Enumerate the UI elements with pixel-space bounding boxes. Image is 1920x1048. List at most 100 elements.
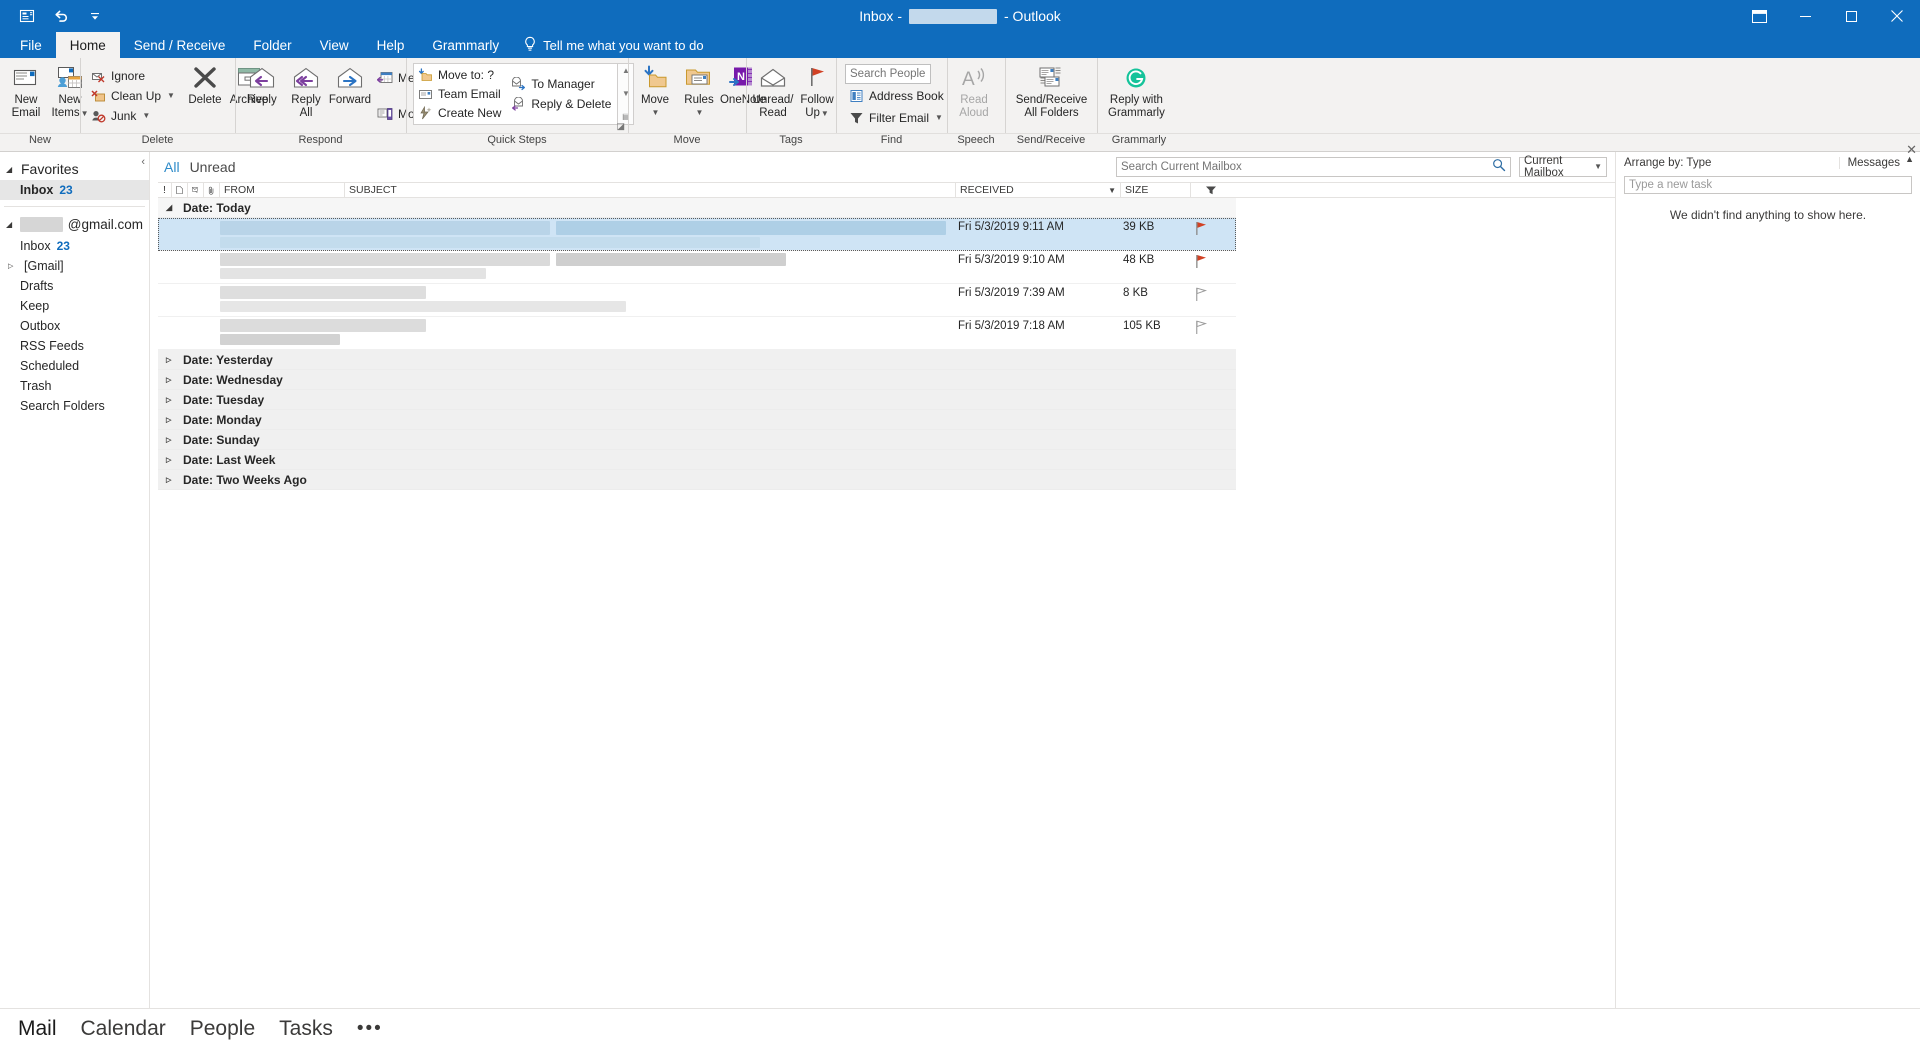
clean-up-button[interactable]: Clean Up ▼	[87, 86, 181, 106]
sidebar-item-keep[interactable]: Keep	[0, 296, 149, 316]
close-button[interactable]	[1874, 0, 1920, 32]
rules-button[interactable]: Rules ▼	[677, 58, 721, 133]
unread-read-label-line2: Read	[759, 106, 787, 119]
new-task-input[interactable]: Type a new task	[1624, 176, 1912, 194]
send-receive-all-folders-button[interactable]: Send/Receive All Folders	[1010, 58, 1093, 133]
search-people-input[interactable]	[845, 63, 931, 84]
reply-with-grammarly-button[interactable]: Reply with Grammarly	[1102, 58, 1171, 133]
delete-button[interactable]: Delete	[183, 58, 227, 133]
restore-button[interactable]	[1828, 0, 1874, 32]
filter-email-label: Filter Email	[869, 110, 930, 125]
message-flag[interactable]	[1193, 251, 1233, 283]
tab-grammarly[interactable]: Grammarly	[418, 32, 513, 58]
magnifier-icon[interactable]	[1492, 158, 1506, 175]
message-flag[interactable]	[1193, 317, 1233, 349]
filter-unread[interactable]: Unread	[190, 159, 236, 175]
quick-steps-dialog-launcher[interactable]: ◪	[616, 121, 625, 132]
ribbon-group-new: New Email New Items▼	[0, 58, 89, 133]
subject-column-header[interactable]: SUBJECT	[345, 182, 956, 198]
reminder-column-header[interactable]	[172, 182, 188, 198]
group-header-yesterday[interactable]: ▷ Date: Yesterday	[158, 350, 1236, 370]
attachment-column-header[interactable]	[204, 182, 220, 198]
flag-column-header[interactable]	[1191, 182, 1231, 198]
forward-button[interactable]: Forward	[328, 58, 372, 133]
search-scope-dropdown[interactable]: Current Mailbox ▼	[1519, 155, 1607, 179]
nav-people[interactable]: People	[190, 1017, 255, 1041]
nav-calendar[interactable]: Calendar	[81, 1017, 166, 1041]
received-column-header[interactable]: RECEIVED ▼	[956, 182, 1121, 198]
from-column-header[interactable]: FROM	[220, 182, 345, 198]
message-list[interactable]: ◢ Date: Today Fri 5/3/2019 9:11 AM 39 KB	[158, 198, 1615, 1008]
sidebar-item-drafts[interactable]: Drafts	[0, 276, 149, 296]
address-book-button[interactable]: Address Book	[845, 86, 950, 106]
save-quick-access-icon[interactable]	[12, 3, 42, 29]
quick-step-create-new[interactable]: Create New	[414, 103, 507, 122]
sidebar-item-inbox[interactable]: Inbox 23	[0, 236, 149, 256]
sidebar-item-outbox[interactable]: Outbox	[0, 316, 149, 336]
ignore-button[interactable]: Ignore	[87, 66, 181, 86]
chevron-down-icon: ▼	[651, 107, 660, 117]
group-header-wednesday[interactable]: ▷ Date: Wednesday	[158, 370, 1236, 390]
follow-up-button[interactable]: Follow Up▼	[795, 58, 839, 133]
quick-step-move-to[interactable]: Move to: ?	[414, 66, 507, 85]
tab-home[interactable]: Home	[55, 32, 120, 58]
nav-tasks[interactable]: Tasks	[279, 1017, 333, 1041]
group-header-two-weeks-ago[interactable]: ▷ Date: Two Weeks Ago	[158, 470, 1236, 490]
unread-read-button[interactable]: Unread/ Read	[751, 58, 795, 133]
table-row[interactable]: Fri 5/3/2019 9:10 AM 48 KB	[158, 251, 1236, 284]
message-flag[interactable]	[1193, 218, 1233, 250]
tab-help[interactable]: Help	[363, 32, 419, 58]
group-header-monday[interactable]: ▷ Date: Monday	[158, 410, 1236, 430]
sidebar-item-trash[interactable]: Trash	[0, 376, 149, 396]
message-size: 105 KB	[1123, 320, 1161, 332]
table-row[interactable]: Fri 5/3/2019 9:11 AM 39 KB	[158, 218, 1236, 251]
reply-all-button[interactable]: Reply All	[284, 58, 328, 133]
tell-me-search[interactable]: Tell me what you want to do	[513, 32, 713, 58]
tab-send-receive[interactable]: Send / Receive	[120, 32, 240, 58]
group-header-sunday[interactable]: ▷ Date: Sunday	[158, 430, 1236, 450]
sidebar-item-rss-feeds[interactable]: RSS Feeds	[0, 336, 149, 356]
favorites-header[interactable]: ◢ Favorites	[0, 158, 149, 180]
quick-step-team-email-label: Team Email	[438, 87, 501, 101]
message-flag[interactable]	[1193, 284, 1233, 316]
group-header-today[interactable]: ◢ Date: Today	[158, 198, 1236, 218]
group-header-last-week[interactable]: ▷ Date: Last Week	[158, 450, 1236, 470]
chevron-up-icon[interactable]: ▲	[1905, 154, 1914, 164]
sidebar-item-search-folders[interactable]: Search Folders	[0, 396, 149, 416]
sidebar-account-header[interactable]: ◢ @gmail.com	[0, 213, 149, 236]
table-row[interactable]: Fri 5/3/2019 7:18 AM 105 KB	[158, 317, 1236, 350]
tab-view[interactable]: View	[306, 32, 363, 58]
junk-button[interactable]: Junk ▼	[87, 106, 181, 126]
sidebar-item-favorites-inbox[interactable]: Inbox 23	[0, 180, 149, 200]
tab-file[interactable]: File	[6, 32, 56, 58]
sidebar-item-scheduled[interactable]: Scheduled	[0, 356, 149, 376]
search-current-mailbox-box[interactable]	[1116, 156, 1511, 177]
size-column-header[interactable]: SIZE	[1121, 182, 1191, 198]
filter-all[interactable]: All	[164, 159, 180, 175]
read-aloud-button[interactable]: A Read Aloud	[952, 58, 996, 133]
message-size: 39 KB	[1123, 221, 1155, 233]
sidebar-item-gmail[interactable]: ▷ [Gmail]	[0, 256, 149, 276]
icon-column-header[interactable]	[188, 182, 204, 198]
search-input[interactable]	[1121, 160, 1492, 173]
importance-column-header[interactable]: !	[158, 182, 172, 198]
customize-quick-access-toolbar-icon[interactable]	[80, 3, 110, 29]
reply-button[interactable]: Reply	[240, 58, 284, 133]
new-email-button[interactable]: New Email	[4, 58, 48, 133]
triangle-collapsed-icon[interactable]: ▷	[8, 262, 18, 270]
ribbon-display-options-button[interactable]	[1736, 0, 1782, 32]
minimize-button[interactable]	[1782, 0, 1828, 32]
collapse-folder-pane-button[interactable]: ‹	[141, 156, 145, 168]
quick-step-to-manager[interactable]: To Manager	[507, 74, 617, 94]
quick-step-reply-delete[interactable]: Reply & Delete	[507, 94, 617, 114]
table-row[interactable]: Fri 5/3/2019 7:39 AM 8 KB	[158, 284, 1236, 317]
nav-more-icon[interactable]: •••	[357, 1018, 383, 1040]
arrange-by-button[interactable]: Arrange by: Type	[1616, 157, 1719, 169]
move-button[interactable]: Move ▼	[633, 58, 677, 133]
nav-mail[interactable]: Mail	[18, 1017, 57, 1041]
filter-email-button[interactable]: Filter Email ▼	[845, 108, 950, 128]
quick-step-team-email[interactable]: Team Email	[414, 85, 507, 104]
group-header-tuesday[interactable]: ▷ Date: Tuesday	[158, 390, 1236, 410]
tab-folder[interactable]: Folder	[239, 32, 305, 58]
undo-icon[interactable]	[46, 3, 76, 29]
